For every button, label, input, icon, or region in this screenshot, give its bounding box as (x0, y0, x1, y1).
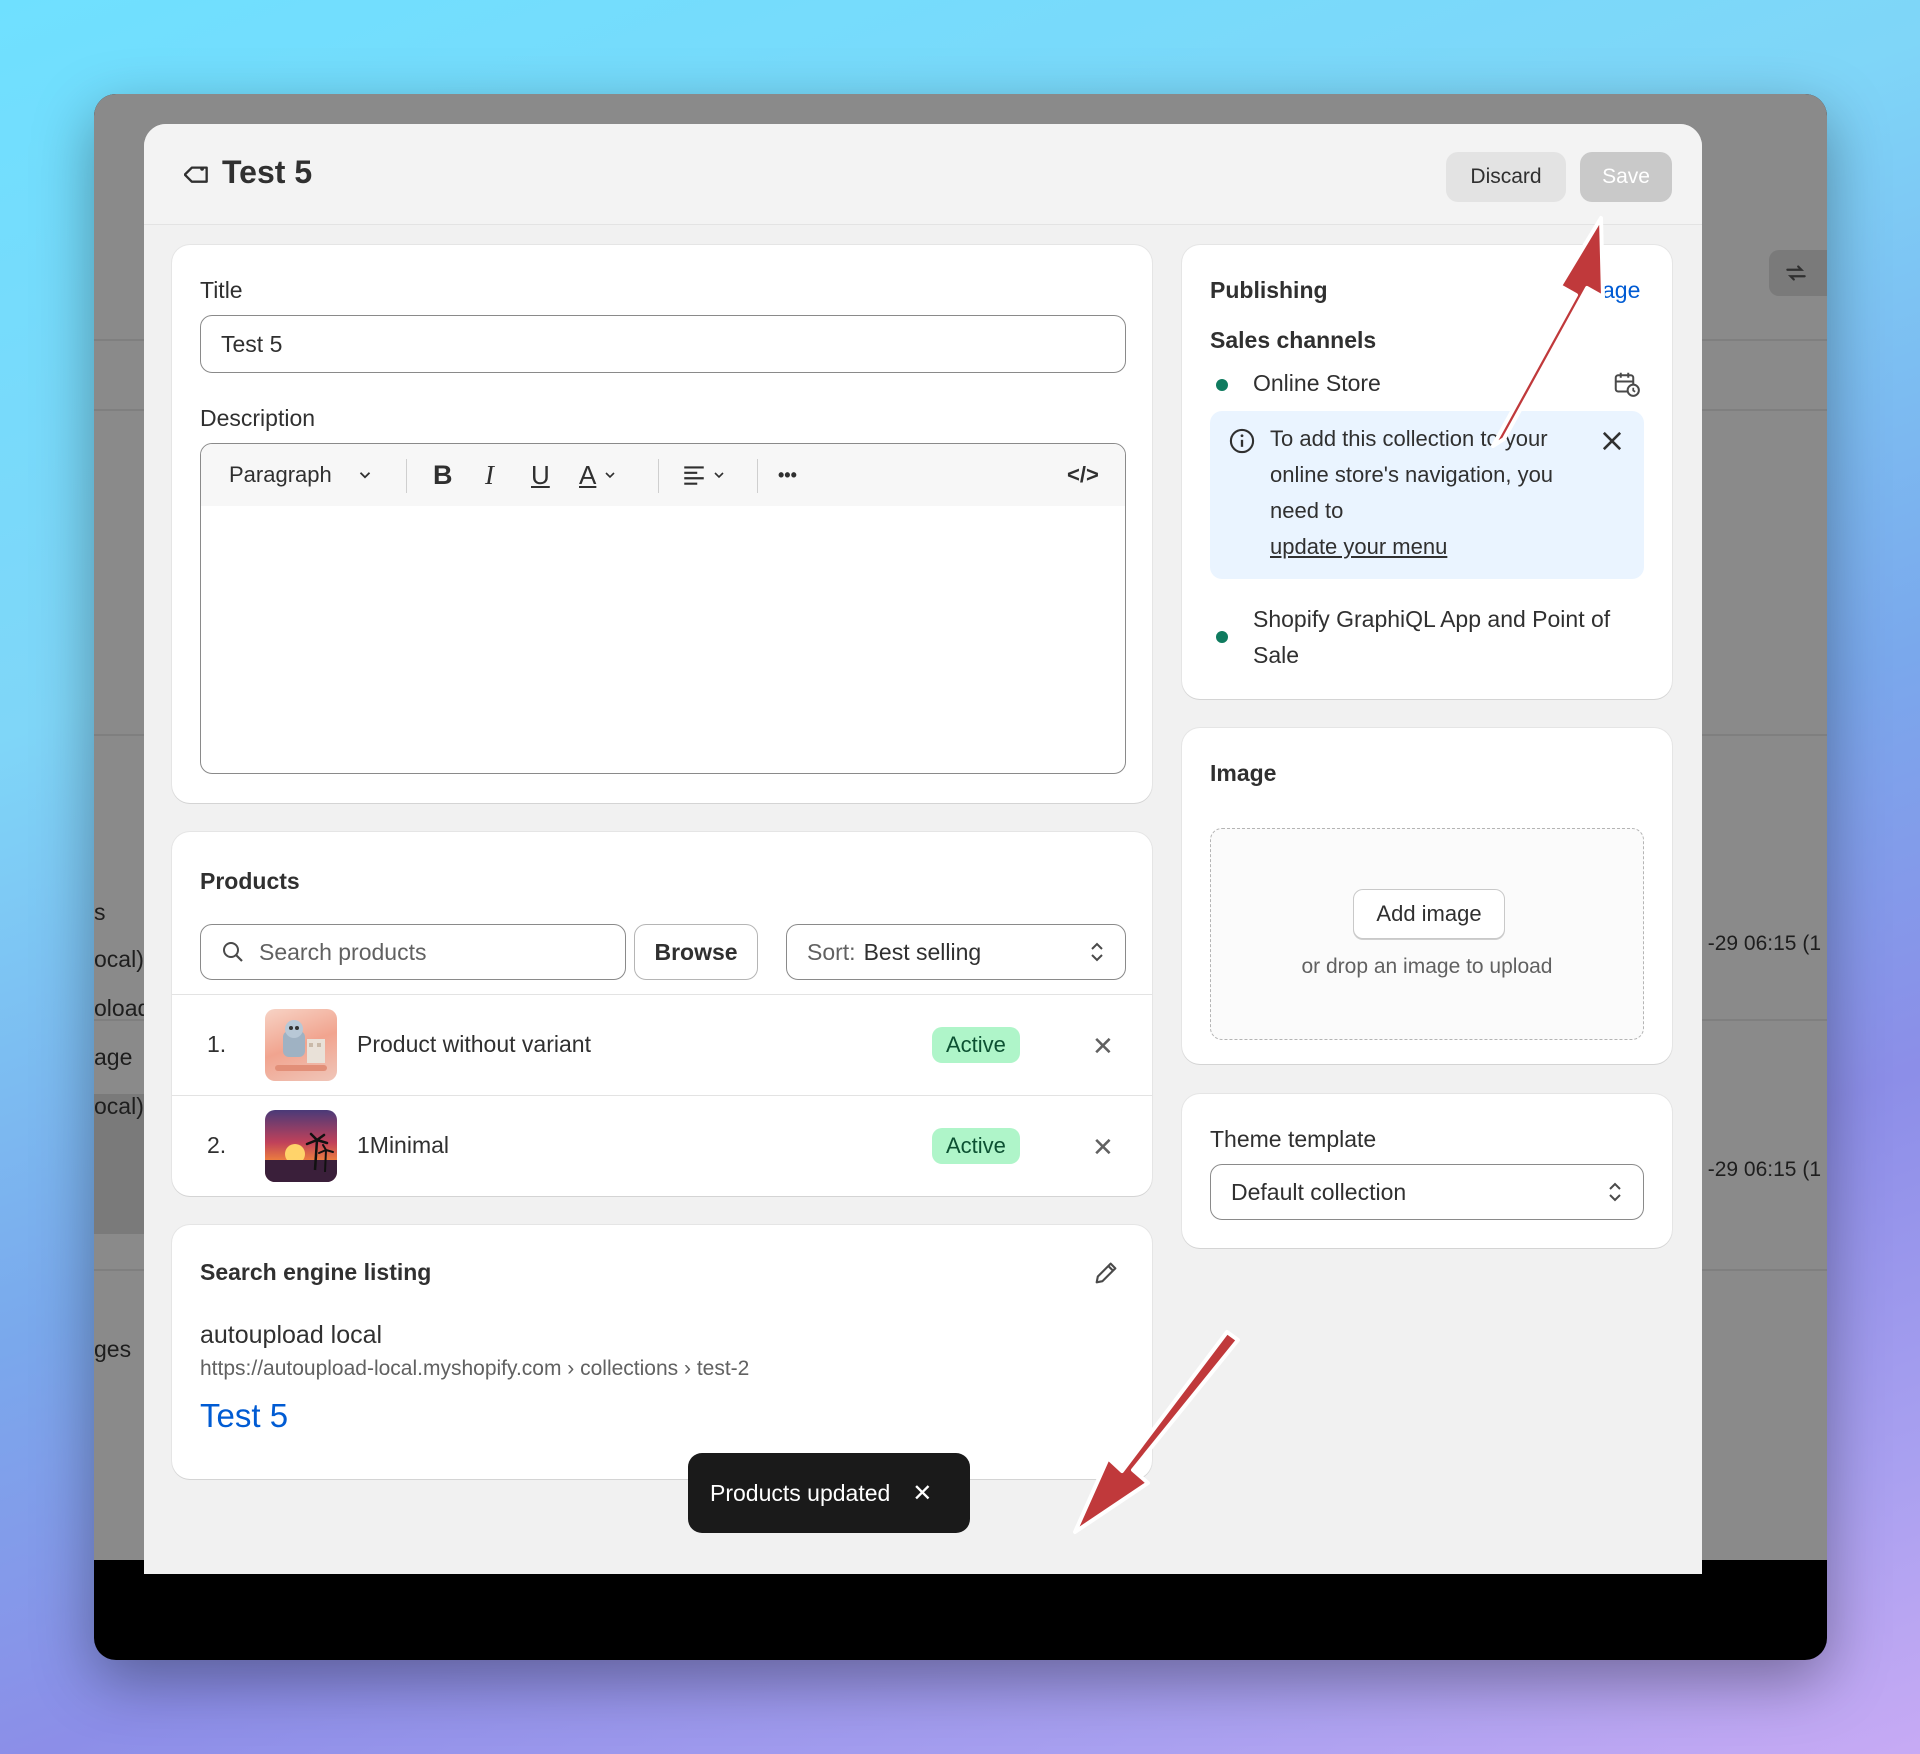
seo-page-title: Test 5 (200, 1397, 289, 1434)
background-left-text: age (94, 1044, 133, 1070)
title-description-card: Title Test 5 Description Paragraph B I U… (172, 245, 1152, 803)
search-placeholder: Search products (259, 938, 427, 965)
description-label: Description (200, 405, 316, 431)
tag-icon (184, 165, 208, 183)
status-dot (1216, 631, 1228, 643)
product-thumbnail (265, 1110, 337, 1182)
theme-template-card: Theme template Default collection (1182, 1094, 1672, 1248)
products-heading: Products (200, 868, 300, 894)
product-name: Product without variant (357, 1031, 591, 1057)
background-left-text: s (94, 899, 106, 925)
paragraph-label: Paragraph (229, 462, 332, 487)
discard-button[interactable]: Discard (1446, 152, 1566, 202)
theme-template-label: Theme template (1210, 1126, 1377, 1152)
add-image-button[interactable]: Add image (1353, 889, 1505, 939)
page-title: Test 5 (184, 154, 312, 191)
chevron-down-icon (714, 472, 724, 479)
collection-modal: Test 5 Discard Save Title Test 5 Descrip… (144, 124, 1702, 1574)
product-number: 1. (207, 1031, 227, 1057)
browse-button[interactable]: Browse (634, 924, 758, 980)
code-view-button[interactable]: </> (1067, 444, 1099, 506)
image-card: Image Add image or drop an image to uplo… (1182, 728, 1672, 1064)
paragraph-select[interactable]: Paragraph (229, 444, 374, 506)
editor-toolbar: Paragraph B I U A ••• </> (201, 444, 1125, 506)
select-arrows-icon (1609, 1182, 1621, 1202)
channel-online-store: Online Store (1253, 370, 1381, 396)
info-icon (1229, 428, 1255, 454)
image-dropzone[interactable]: Add image or drop an image to upload (1210, 828, 1644, 1040)
theme-template-value: Default collection (1231, 1178, 1407, 1205)
sort-select[interactable]: Sort: Best selling (786, 924, 1126, 980)
products-card: Products Search products Browse Sort: Be… (172, 832, 1152, 1196)
align-button[interactable] (681, 444, 727, 506)
background-left-text: ges (94, 1336, 132, 1362)
more-formatting-button[interactable]: ••• (778, 444, 797, 506)
image-heading: Image (1210, 760, 1277, 786)
manage-link[interactable]: age (1602, 277, 1640, 304)
app-window: s ocal) oload age ocal) ges -29 06:15 (1… (94, 94, 1827, 1660)
chevron-down-icon (359, 472, 370, 479)
modal-header: Test 5 Discard Save (144, 124, 1702, 225)
drop-image-text: or drop an image to upload (1301, 955, 1553, 978)
bold-button[interactable]: B (433, 444, 453, 506)
sales-channels-label: Sales channels (1210, 327, 1377, 353)
product-row[interactable]: 1. Product without variant Active ✕ (172, 994, 1152, 1095)
seo-store-name: autoupload local (200, 1321, 383, 1349)
update-menu-link[interactable]: update your menu (1270, 534, 1447, 559)
title-input[interactable]: Test 5 (200, 315, 1126, 373)
sort-prefix: Sort: (807, 938, 856, 965)
seo-url: https://autoupload-local.myshopify.com ›… (200, 1357, 750, 1380)
search-icon (223, 942, 243, 962)
status-badge: Active (932, 1128, 1020, 1164)
title-input-value: Test 5 (221, 330, 283, 357)
refresh-icon (1786, 265, 1806, 281)
underline-button[interactable]: U (531, 444, 550, 506)
page-title-text: Test 5 (222, 154, 313, 190)
product-name: 1Minimal (357, 1132, 450, 1158)
chevron-down-icon (605, 472, 615, 479)
seo-heading: Search engine listing (200, 1259, 432, 1285)
background-left-text: ocal) (94, 946, 144, 972)
toast-close-icon[interactable]: ✕ (912, 1479, 932, 1508)
background-left-text: ocal) (94, 1093, 144, 1119)
save-button[interactable]: Save (1580, 152, 1672, 202)
search-engine-listing-card: Search engine listing autoupload local h… (172, 1225, 1152, 1479)
publishing-card: Publishing age Sales channels Online Sto… (1182, 245, 1672, 699)
background-refresh-button (1769, 250, 1827, 296)
channel-graphiql-pos: Shopify GraphiQL App and Point of Sale (1253, 606, 1611, 668)
banner-message: To add this collection to your online st… (1270, 426, 1554, 559)
background-right-text: -29 06:15 (1 (1707, 1158, 1821, 1181)
sort-value: Best selling (863, 938, 982, 965)
description-editor[interactable]: Paragraph B I U A ••• </> (200, 443, 1126, 774)
search-products-input[interactable]: Search products (200, 924, 626, 980)
edit-pencil-icon[interactable] (1092, 1259, 1120, 1287)
remove-product-button[interactable]: ✕ (1092, 1132, 1114, 1163)
toast-message: Products updated (710, 1479, 891, 1506)
status-dot (1216, 379, 1228, 391)
background-left-text: oload (94, 995, 151, 1021)
info-banner: To add this collection to your online st… (1210, 411, 1644, 579)
toast-notification: Products updated ✕ (688, 1453, 970, 1533)
close-icon[interactable] (1598, 427, 1626, 455)
schedule-calendar-icon[interactable] (1612, 369, 1642, 399)
theme-template-select[interactable]: Default collection (1210, 1164, 1644, 1220)
text-color-button[interactable]: A (579, 444, 618, 506)
background-right-text: -29 06:15 (1 (1707, 932, 1821, 955)
remove-product-button[interactable]: ✕ (1092, 1031, 1114, 1062)
product-row[interactable]: 2. 1Minimal Active ✕ (172, 1095, 1152, 1196)
align-left-icon (684, 466, 704, 485)
status-badge: Active (932, 1027, 1020, 1063)
publishing-heading: Publishing (1210, 277, 1328, 303)
product-number: 2. (207, 1132, 227, 1158)
title-label: Title (200, 277, 243, 303)
product-thumbnail (265, 1009, 337, 1081)
italic-button[interactable]: I (485, 444, 494, 506)
select-arrows-icon (1091, 942, 1103, 962)
